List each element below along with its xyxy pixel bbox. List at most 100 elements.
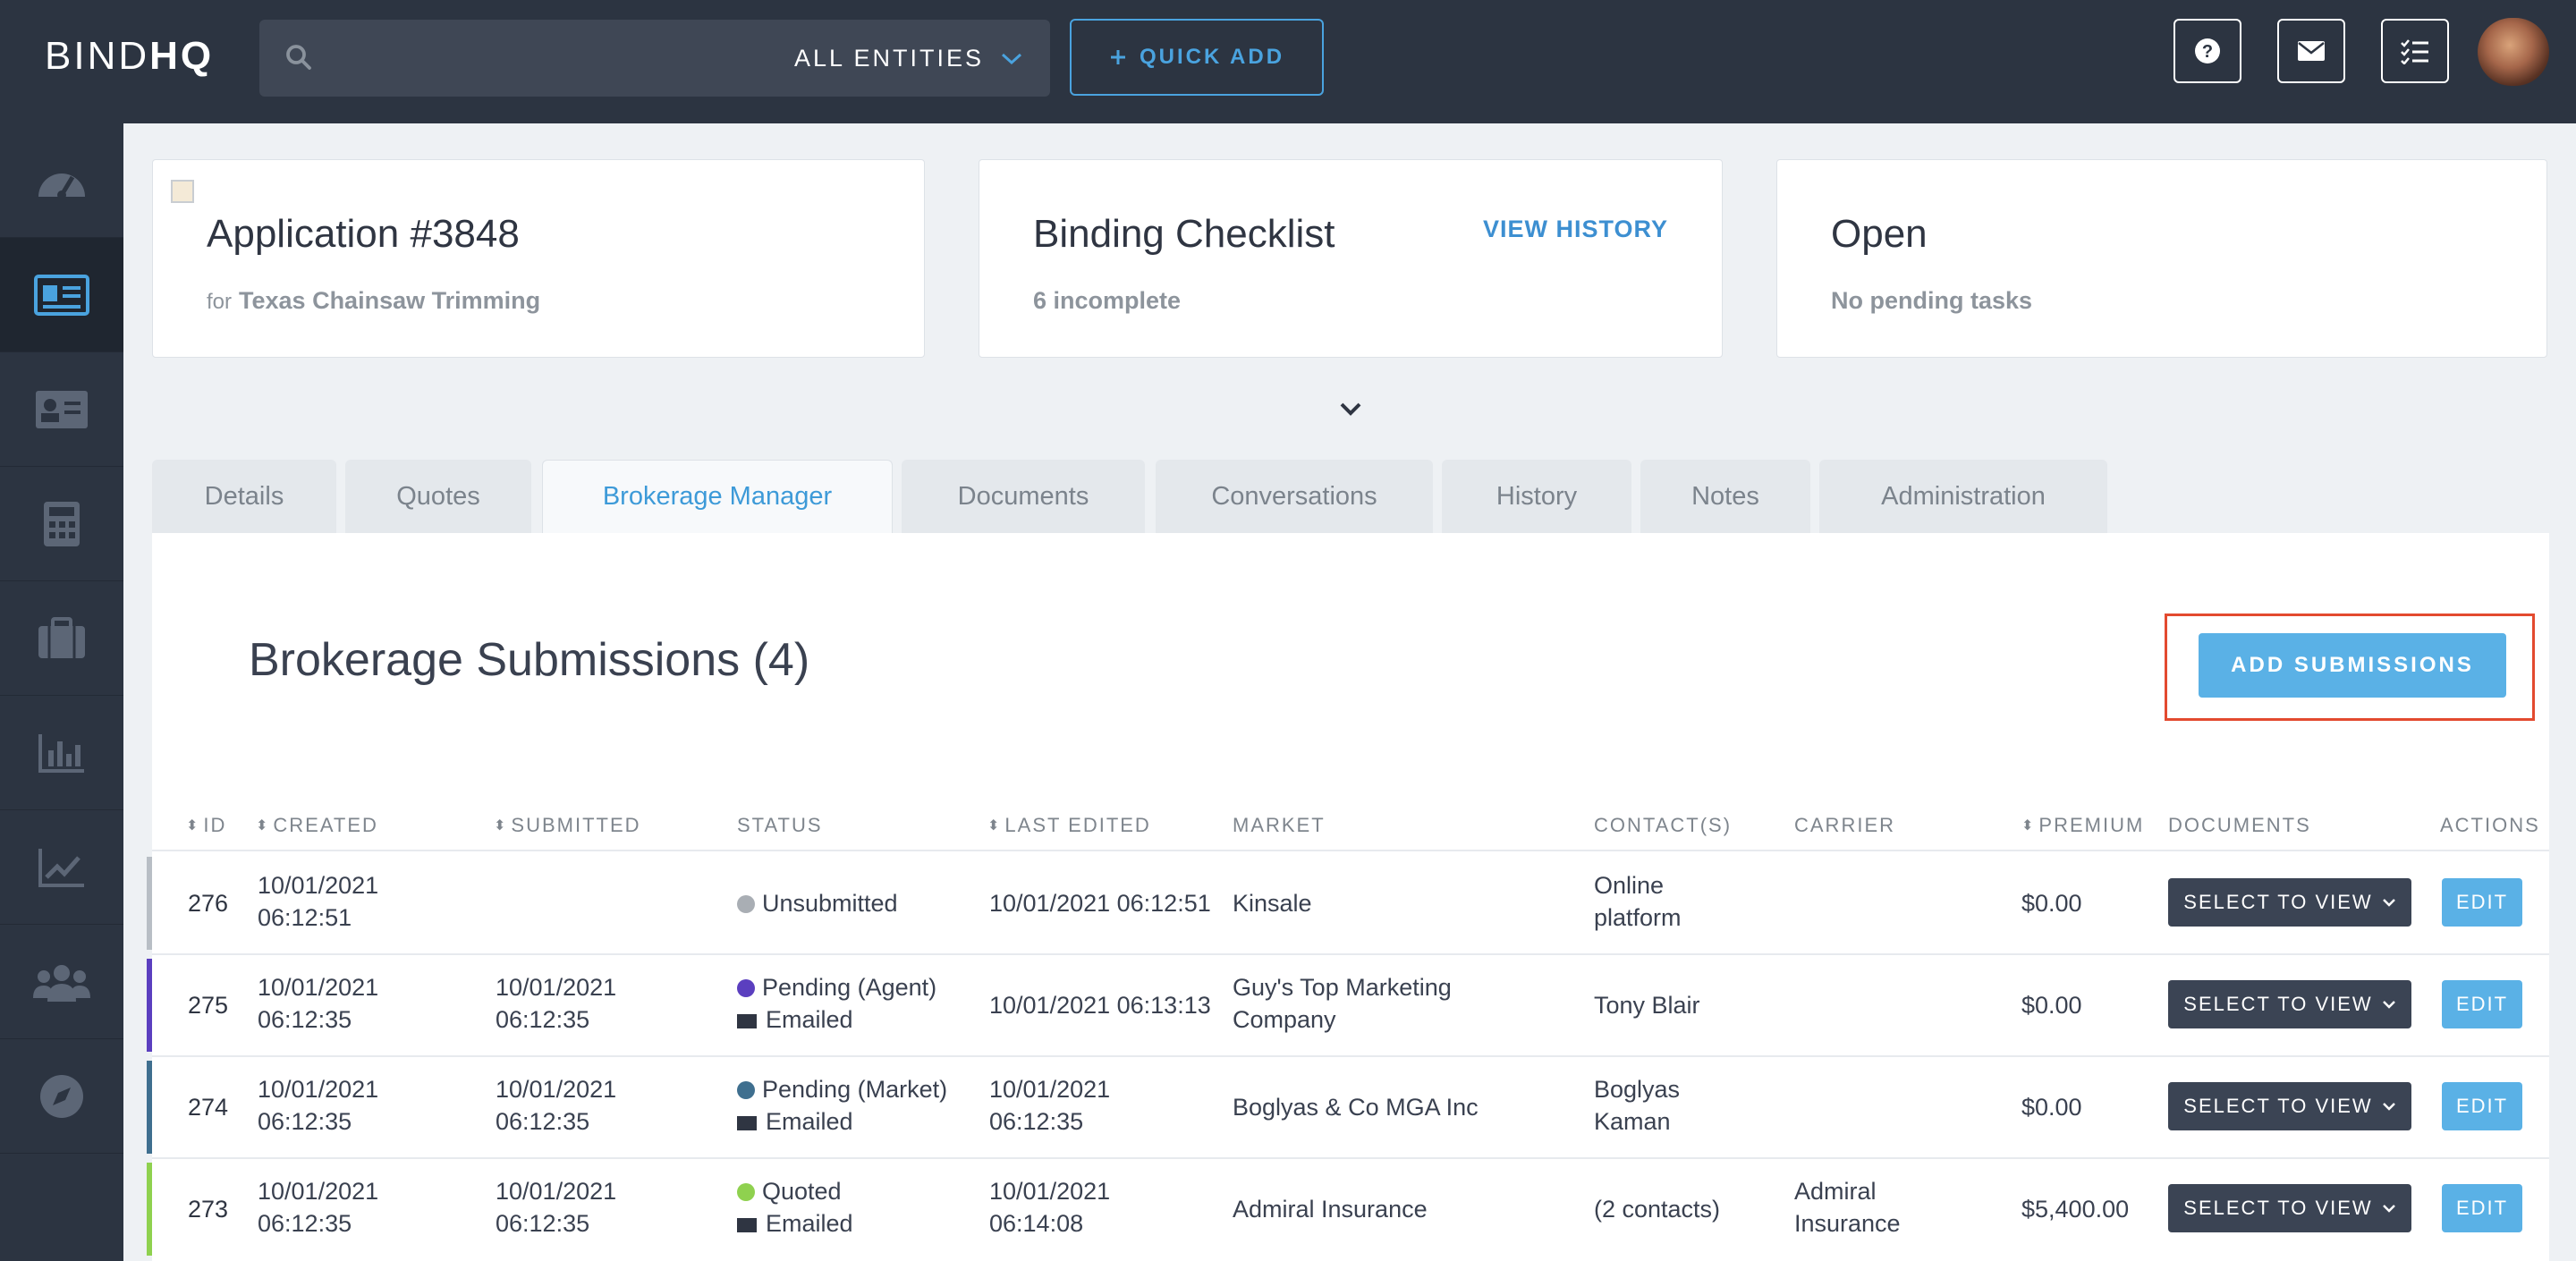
- col-header-id[interactable]: ⬍ ID: [186, 814, 226, 837]
- tab-documents[interactable]: Documents: [902, 460, 1145, 533]
- row-id: 273: [188, 1196, 229, 1223]
- documents-select[interactable]: SELECT TO VIEW: [2168, 980, 2411, 1028]
- bar-chart-icon: [38, 733, 84, 773]
- add-submissions-button[interactable]: ADD SUBMISSIONS: [2199, 633, 2506, 698]
- dashboard-icon: [38, 173, 85, 199]
- sort-icon: ⬍: [256, 818, 270, 834]
- col-header-market: MARKET: [1233, 814, 1326, 836]
- application-title: Application #3848: [207, 212, 520, 256]
- created-cell: 10/01/2021 06:12:35: [258, 1178, 379, 1237]
- submitted-cell: 10/01/2021 06:12:35: [496, 974, 617, 1033]
- chevron-down-icon: [2382, 899, 2395, 907]
- chevron-down-icon: [1001, 53, 1022, 64]
- col-header-actions: ACTIONS: [2440, 814, 2540, 836]
- brokerage-panel: Brokerage Submissions (4) ADD SUBMISSION…: [147, 533, 2549, 1261]
- sidebar-item-calculator[interactable]: [0, 467, 123, 581]
- status-cell: Unsubmitted: [737, 887, 898, 919]
- premium-cell: $0.00: [2021, 890, 2082, 917]
- premium-cell: $5,400.00: [2021, 1196, 2130, 1223]
- edit-button[interactable]: EDIT: [2442, 1184, 2522, 1232]
- table-row[interactable]: 274 10/01/2021 06:12:35 10/01/2021 06:12:3…: [147, 1057, 2549, 1157]
- market-cell: Admiral Insurance: [1233, 1196, 1428, 1223]
- id-card-icon: [34, 274, 89, 316]
- tab-quotes[interactable]: Quotes: [345, 460, 531, 533]
- sidebar: [0, 123, 123, 1261]
- tab-details[interactable]: Details: [152, 460, 336, 533]
- expand-chevron-icon[interactable]: [1333, 394, 1368, 426]
- edit-button[interactable]: EDIT: [2442, 878, 2522, 927]
- market-cell: Kinsale: [1233, 890, 1312, 917]
- checklist-title: Binding Checklist: [1033, 212, 1335, 256]
- mail-icon: [2298, 41, 2325, 61]
- table-row[interactable]: 276 10/01/2021 06:12:51 Unsubmitted 10/01…: [147, 853, 2549, 953]
- status-dot-icon: [737, 979, 755, 997]
- sidebar-item-dashboard[interactable]: [0, 123, 123, 238]
- tab-conversations[interactable]: Conversations: [1156, 460, 1433, 533]
- edit-button[interactable]: EDIT: [2442, 1082, 2522, 1130]
- sort-icon: ⬍: [2021, 818, 2036, 834]
- application-card: Application #3848 for Texas Chainsaw Trim…: [152, 159, 925, 358]
- documents-select[interactable]: SELECT TO VIEW: [2168, 1184, 2411, 1232]
- contacts-cell: (2 contacts): [1594, 1196, 1721, 1223]
- status-cell: Pending (Market) Emailed: [737, 1073, 947, 1138]
- insured-name: for Texas Chainsaw Trimming: [207, 287, 541, 314]
- checklist-status: 6 incomplete: [1033, 287, 1182, 314]
- sidebar-item-analytics[interactable]: [0, 810, 123, 925]
- col-header-premium[interactable]: ⬍ PREMIUM: [2021, 814, 2144, 837]
- col-header-created[interactable]: ⬍ CREATED: [256, 814, 378, 837]
- plus-icon: [1110, 50, 1125, 64]
- binding-checklist-card: Binding Checklist VIEW HISTORY 6 incompl…: [979, 159, 1723, 358]
- status-dot-icon: [737, 1183, 755, 1201]
- view-history-link[interactable]: VIEW HISTORY: [1483, 216, 1668, 243]
- top-bar: BINDHQ ALL ENTITIES QUICK ADD ?: [0, 0, 2576, 123]
- sidebar-item-policies[interactable]: [0, 581, 123, 696]
- col-header-last-edited[interactable]: ⬍ LAST EDITED: [987, 814, 1151, 837]
- documents-select[interactable]: SELECT TO VIEW: [2168, 878, 2411, 927]
- carrier-cell: Admiral Insurance: [1794, 1178, 1901, 1237]
- help-icon: ?: [2195, 38, 2220, 63]
- quick-add-button[interactable]: QUICK ADD: [1070, 19, 1324, 96]
- tab-notes[interactable]: Notes: [1640, 460, 1810, 533]
- status-stripe: [147, 1163, 152, 1256]
- user-avatar[interactable]: [2478, 18, 2549, 86]
- tab-history[interactable]: History: [1442, 460, 1631, 533]
- svg-text:?: ?: [2202, 42, 2213, 62]
- search-bar[interactable]: ALL ENTITIES: [259, 20, 1050, 97]
- sidebar-item-reports[interactable]: [0, 696, 123, 810]
- logo[interactable]: BINDHQ: [45, 34, 214, 79]
- market-cell: Boglyas & Co MGA Inc: [1233, 1094, 1479, 1121]
- sidebar-item-applications[interactable]: [0, 238, 123, 352]
- sidebar-item-explore[interactable]: [0, 1039, 123, 1154]
- chevron-down-icon: [2382, 1103, 2395, 1111]
- contacts-cell: Boglyas Kaman: [1594, 1076, 1681, 1135]
- calculator-icon: [44, 501, 80, 546]
- col-header-submitted[interactable]: ⬍ SUBMITTED: [494, 814, 641, 837]
- documents-select[interactable]: SELECT TO VIEW: [2168, 1082, 2411, 1130]
- table-row[interactable]: 273 10/01/2021 06:12:35 10/01/2021 06:12:3…: [147, 1159, 2549, 1259]
- submitted-cell: 10/01/2021 06:12:35: [496, 1178, 617, 1237]
- tab-administration[interactable]: Administration: [1819, 460, 2107, 533]
- col-header-documents: DOCUMENTS: [2168, 814, 2311, 836]
- tab-brokerage-manager[interactable]: Brokerage Manager: [542, 460, 893, 533]
- created-cell: 10/01/2021 06:12:51: [258, 872, 379, 931]
- table-row[interactable]: 275 10/01/2021 06:12:35 10/01/2021 06:12:3…: [147, 955, 2549, 1055]
- quick-add-label: QUICK ADD: [1139, 45, 1285, 69]
- sidebar-item-users[interactable]: [0, 925, 123, 1039]
- tasks-button[interactable]: [2381, 19, 2449, 83]
- compass-icon: [40, 1074, 83, 1118]
- messages-button[interactable]: [2277, 19, 2345, 83]
- envelope-icon: [737, 1218, 757, 1232]
- select-label: SELECT TO VIEW: [2183, 1095, 2373, 1117]
- col-header-contacts: CONTACT(S): [1594, 814, 1733, 836]
- entity-filter-dropdown[interactable]: ALL ENTITIES: [794, 45, 1023, 72]
- sort-icon: ⬍: [987, 818, 1002, 834]
- sort-icon: ⬍: [186, 818, 200, 834]
- chevron-down-icon: [2382, 1205, 2395, 1213]
- sidebar-item-contacts[interactable]: [0, 352, 123, 467]
- col-header-status: STATUS: [737, 814, 823, 836]
- help-button[interactable]: ?: [2174, 19, 2241, 83]
- edit-button[interactable]: EDIT: [2442, 980, 2522, 1028]
- status-dot-icon: [737, 895, 755, 913]
- status-stripe: [147, 959, 152, 1052]
- status-card: Open No pending tasks: [1776, 159, 2547, 358]
